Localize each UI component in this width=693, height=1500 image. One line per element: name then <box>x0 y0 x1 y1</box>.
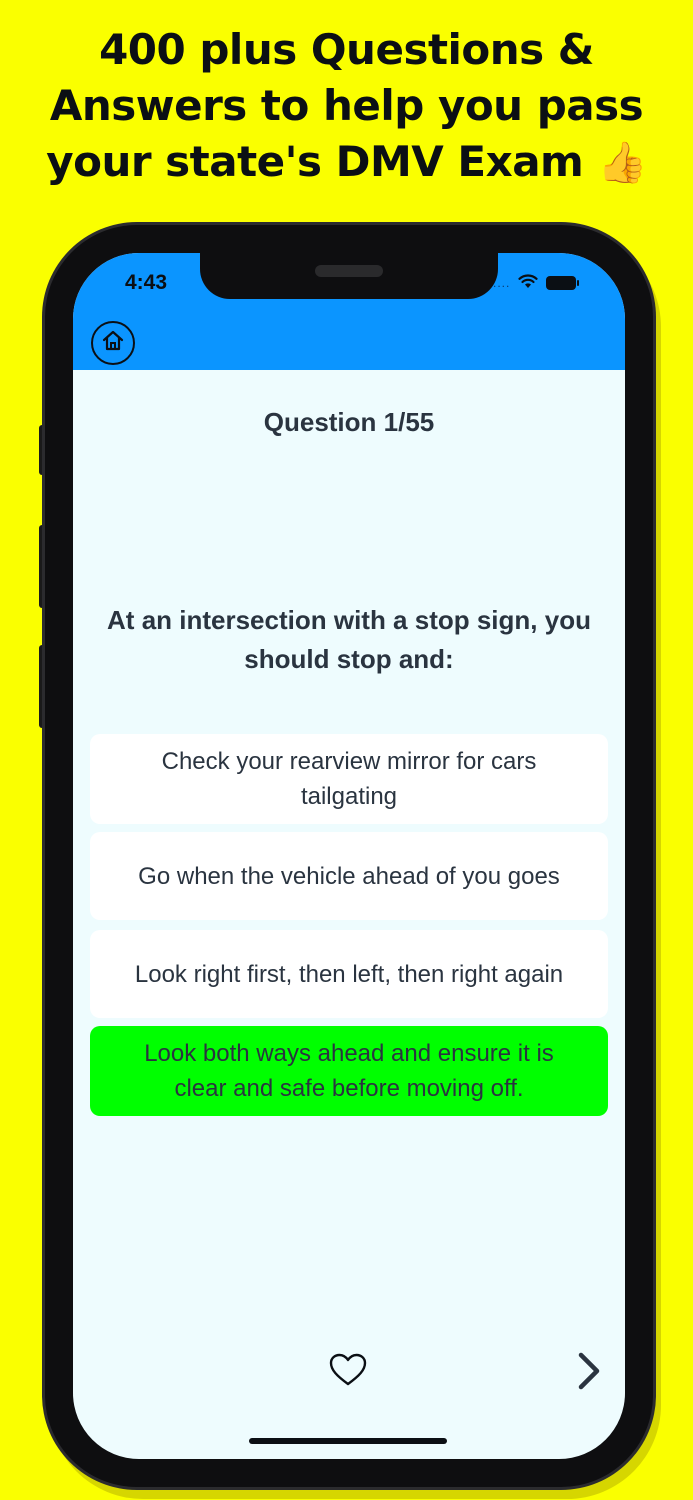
promo-line-2: Answers to help you pass <box>49 81 644 130</box>
answer-option[interactable]: Go when the vehicle ahead of you goes <box>90 832 608 920</box>
home-indicator[interactable] <box>249 1438 447 1444</box>
phone-notch <box>200 253 498 299</box>
phone-speaker <box>315 265 383 277</box>
heart-icon <box>327 1353 369 1395</box>
answer-option[interactable]: Check your rearview mirror for cars tail… <box>90 734 608 824</box>
answer-option-text: Check your rearview mirror for cars tail… <box>161 748 537 810</box>
promo-line-3-text: your state's DMV Exam <box>46 137 584 186</box>
phone-screen: 4:43 .... Question 1/55 At an intersecti… <box>73 253 625 1459</box>
next-question-button[interactable] <box>573 1349 605 1393</box>
question-counter: Question 1/55 <box>263 407 435 437</box>
wifi-icon <box>518 273 538 294</box>
chevron-right-icon <box>573 1352 605 1397</box>
home-button[interactable] <box>91 321 135 365</box>
phone-power-button <box>652 558 659 698</box>
answer-option-text: Go when the vehicle ahead of you goes <box>138 862 560 890</box>
answer-option-text: Look both ways ahead and ensure it is cl… <box>144 1040 554 1102</box>
thumbs-up-icon: 👍 <box>597 140 647 186</box>
promo-line-1: 400 plus Questions & <box>99 25 594 74</box>
favorite-button[interactable] <box>327 1349 369 1391</box>
status-time: 4:43 <box>125 271 168 294</box>
status-icons: .... <box>493 273 580 294</box>
battery-icon <box>546 276 580 290</box>
answer-option[interactable]: Look right first, then left, then right … <box>90 930 608 1018</box>
promo-line-3: your state's DMV Exam 👍 <box>0 134 693 191</box>
answer-option-text: Look right first, then left, then right … <box>134 960 564 988</box>
question-text: At an intersection with a stop sign, you… <box>107 605 591 674</box>
home-icon <box>99 327 127 360</box>
answer-option-correct[interactable]: Look both ways ahead and ensure it is cl… <box>90 1026 608 1116</box>
promo-headline: 400 plus Questions & Answers to help you… <box>0 22 693 191</box>
